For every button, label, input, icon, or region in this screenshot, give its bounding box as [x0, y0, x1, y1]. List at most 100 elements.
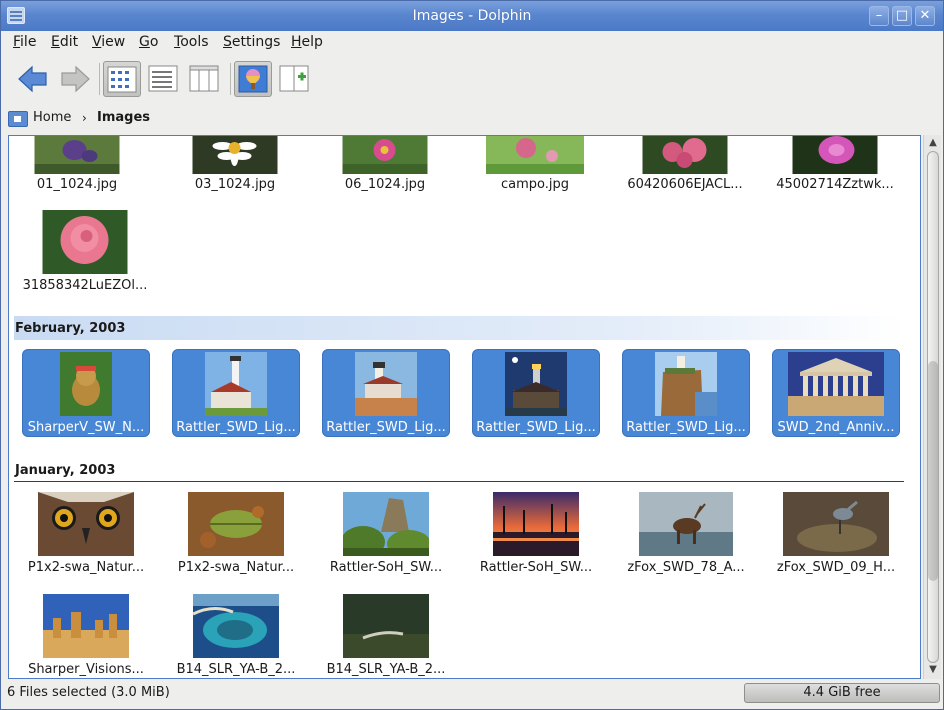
image-thumbnail: [788, 352, 884, 416]
preview-icon: [238, 65, 268, 93]
file-item-selected[interactable]: SharperV_SW_N...: [22, 349, 150, 437]
image-thumbnail: [43, 594, 129, 658]
image-thumbnail: [34, 136, 120, 174]
file-name: SWD_2nd_Anniv...: [777, 420, 895, 435]
image-thumbnail: [493, 492, 579, 556]
file-item[interactable]: B14_SLR_YA-B_2...: [172, 592, 300, 678]
file-item[interactable]: Sharper_Visions...: [22, 592, 150, 678]
image-thumbnail: [792, 136, 878, 174]
menu-go-mnemonic: G: [139, 34, 150, 50]
file-item[interactable]: P1x2-swa_Natur...: [172, 490, 300, 578]
file-item-selected[interactable]: Rattler_SWD_Lig...: [472, 349, 600, 437]
menu-view-mnemonic: V: [92, 34, 102, 50]
details-view-button[interactable]: [145, 61, 183, 97]
back-button[interactable]: [14, 61, 52, 97]
menu-go-label: o: [149, 34, 159, 50]
split-view-icon: [279, 65, 309, 92]
file-item[interactable]: zFox_SWD_78_A...: [622, 490, 750, 578]
breadcrumb-home[interactable]: Home: [33, 110, 71, 125]
file-name: Rattler_SWD_Lig...: [626, 420, 746, 435]
file-name: 01_1024.jpg: [36, 177, 118, 192]
image-thumbnail: [193, 594, 279, 658]
free-space-indicator[interactable]: 4.4 GiB free: [744, 683, 940, 703]
group-header-february-2003: February, 2003: [14, 316, 904, 340]
menu-file-mnemonic: F: [13, 34, 21, 50]
title-bar[interactable]: Images - Dolphin – □ ✕: [1, 1, 943, 31]
image-thumbnail: [655, 352, 717, 416]
menu-help-label: elp: [301, 34, 323, 50]
file-item[interactable]: Rattler-SoH_SW...: [472, 490, 600, 578]
preview-button[interactable]: [234, 61, 272, 97]
image-thumbnail: [642, 136, 728, 174]
home-folder-icon[interactable]: [8, 111, 28, 127]
columns-view-button[interactable]: [186, 61, 224, 97]
back-arrow-icon: [18, 65, 47, 93]
breadcrumb-current[interactable]: Images: [97, 110, 150, 125]
menu-help[interactable]: Help: [291, 34, 323, 50]
file-name: 60420606EJACL...: [627, 177, 743, 192]
file-item[interactable]: zFox_SWD_09_H...: [772, 490, 900, 578]
menu-settings[interactable]: Settings: [223, 34, 280, 50]
breadcrumb-separator-icon: ›: [82, 111, 87, 125]
menu-edit[interactable]: Edit: [51, 34, 78, 50]
menu-go[interactable]: Go: [139, 34, 158, 50]
file-item-selected[interactable]: Rattler_SWD_Lig...: [172, 349, 300, 437]
file-item[interactable]: 31858342LuEZOl...: [21, 208, 149, 296]
file-name: Rattler-SoH_SW...: [329, 560, 443, 575]
file-name: 31858342LuEZOl...: [22, 278, 148, 293]
icons-view-button[interactable]: [103, 61, 141, 97]
scroll-up-icon[interactable]: ▲: [928, 138, 938, 148]
menu-view[interactable]: View: [92, 34, 125, 50]
details-view-icon: [148, 65, 178, 92]
file-item-selected[interactable]: Rattler_SWD_Lig...: [622, 349, 750, 437]
file-item[interactable]: campo.jpg: [471, 136, 599, 214]
file-name: P1x2-swa_Natur...: [27, 560, 145, 575]
scrollbar-thumb[interactable]: [928, 361, 938, 581]
file-name: B14_SLR_YA-B_2...: [176, 662, 296, 677]
image-thumbnail: [343, 594, 429, 658]
file-item[interactable]: Rattler-SoH_SW...: [322, 490, 450, 578]
split-view-button[interactable]: [276, 61, 314, 97]
file-view[interactable]: 01_1024.jpg 03_1024.jpg 06_1024.jpg camp…: [8, 135, 921, 679]
menu-settings-mnemonic: S: [223, 34, 232, 50]
file-name: 06_1024.jpg: [344, 177, 426, 192]
toolbar: [2, 55, 942, 105]
image-thumbnail: [486, 136, 584, 174]
forward-button[interactable]: [56, 61, 94, 97]
menu-tools[interactable]: Tools: [174, 34, 209, 50]
menu-file[interactable]: File: [13, 34, 36, 50]
file-name: zFox_SWD_78_A...: [627, 560, 745, 575]
file-item-selected[interactable]: SWD_2nd_Anniv...: [772, 349, 900, 437]
file-item[interactable]: 03_1024.jpg: [171, 136, 299, 214]
scroll-down-icon[interactable]: ▼: [928, 665, 938, 675]
minimize-button[interactable]: –: [869, 6, 889, 26]
file-item[interactable]: P1x2-swa_Natur...: [22, 490, 150, 578]
selection-status: 6 Files selected (3.0 MiB): [7, 685, 170, 700]
file-item[interactable]: 06_1024.jpg: [321, 136, 449, 214]
menu-edit-mnemonic: E: [51, 34, 60, 50]
menu-edit-label: dit: [59, 34, 79, 50]
image-thumbnail: [192, 136, 278, 174]
file-item-selected[interactable]: Rattler_SWD_Lig...: [322, 349, 450, 437]
icons-view-icon: [107, 66, 137, 93]
menu-tools-label: ools: [180, 34, 209, 50]
columns-view-icon: [189, 65, 219, 92]
file-name: 03_1024.jpg: [194, 177, 276, 192]
file-name: B14_SLR_YA-B_2...: [326, 662, 446, 677]
image-thumbnail: [639, 492, 733, 556]
file-item[interactable]: 60420606EJACL...: [621, 136, 749, 214]
file-item[interactable]: 45002714Zztwk...: [771, 136, 899, 214]
file-name: Rattler_SWD_Lig...: [176, 420, 296, 435]
file-name: SharperV_SW_N...: [27, 420, 145, 435]
menu-view-label: iew: [101, 34, 126, 50]
image-thumbnail: [342, 136, 428, 174]
menu-help-mnemonic: H: [291, 34, 302, 50]
window-title: Images - Dolphin: [412, 8, 532, 24]
maximize-button[interactable]: □: [892, 6, 912, 26]
dolphin-window: Images - Dolphin – □ ✕ File Edit View Go…: [0, 0, 944, 710]
forward-arrow-icon: [61, 65, 90, 93]
file-item[interactable]: B14_SLR_YA-B_2...: [322, 592, 450, 678]
close-button[interactable]: ✕: [915, 6, 935, 26]
vertical-scrollbar[interactable]: ▲ ▼: [923, 135, 941, 679]
file-item[interactable]: 01_1024.jpg: [13, 136, 141, 214]
